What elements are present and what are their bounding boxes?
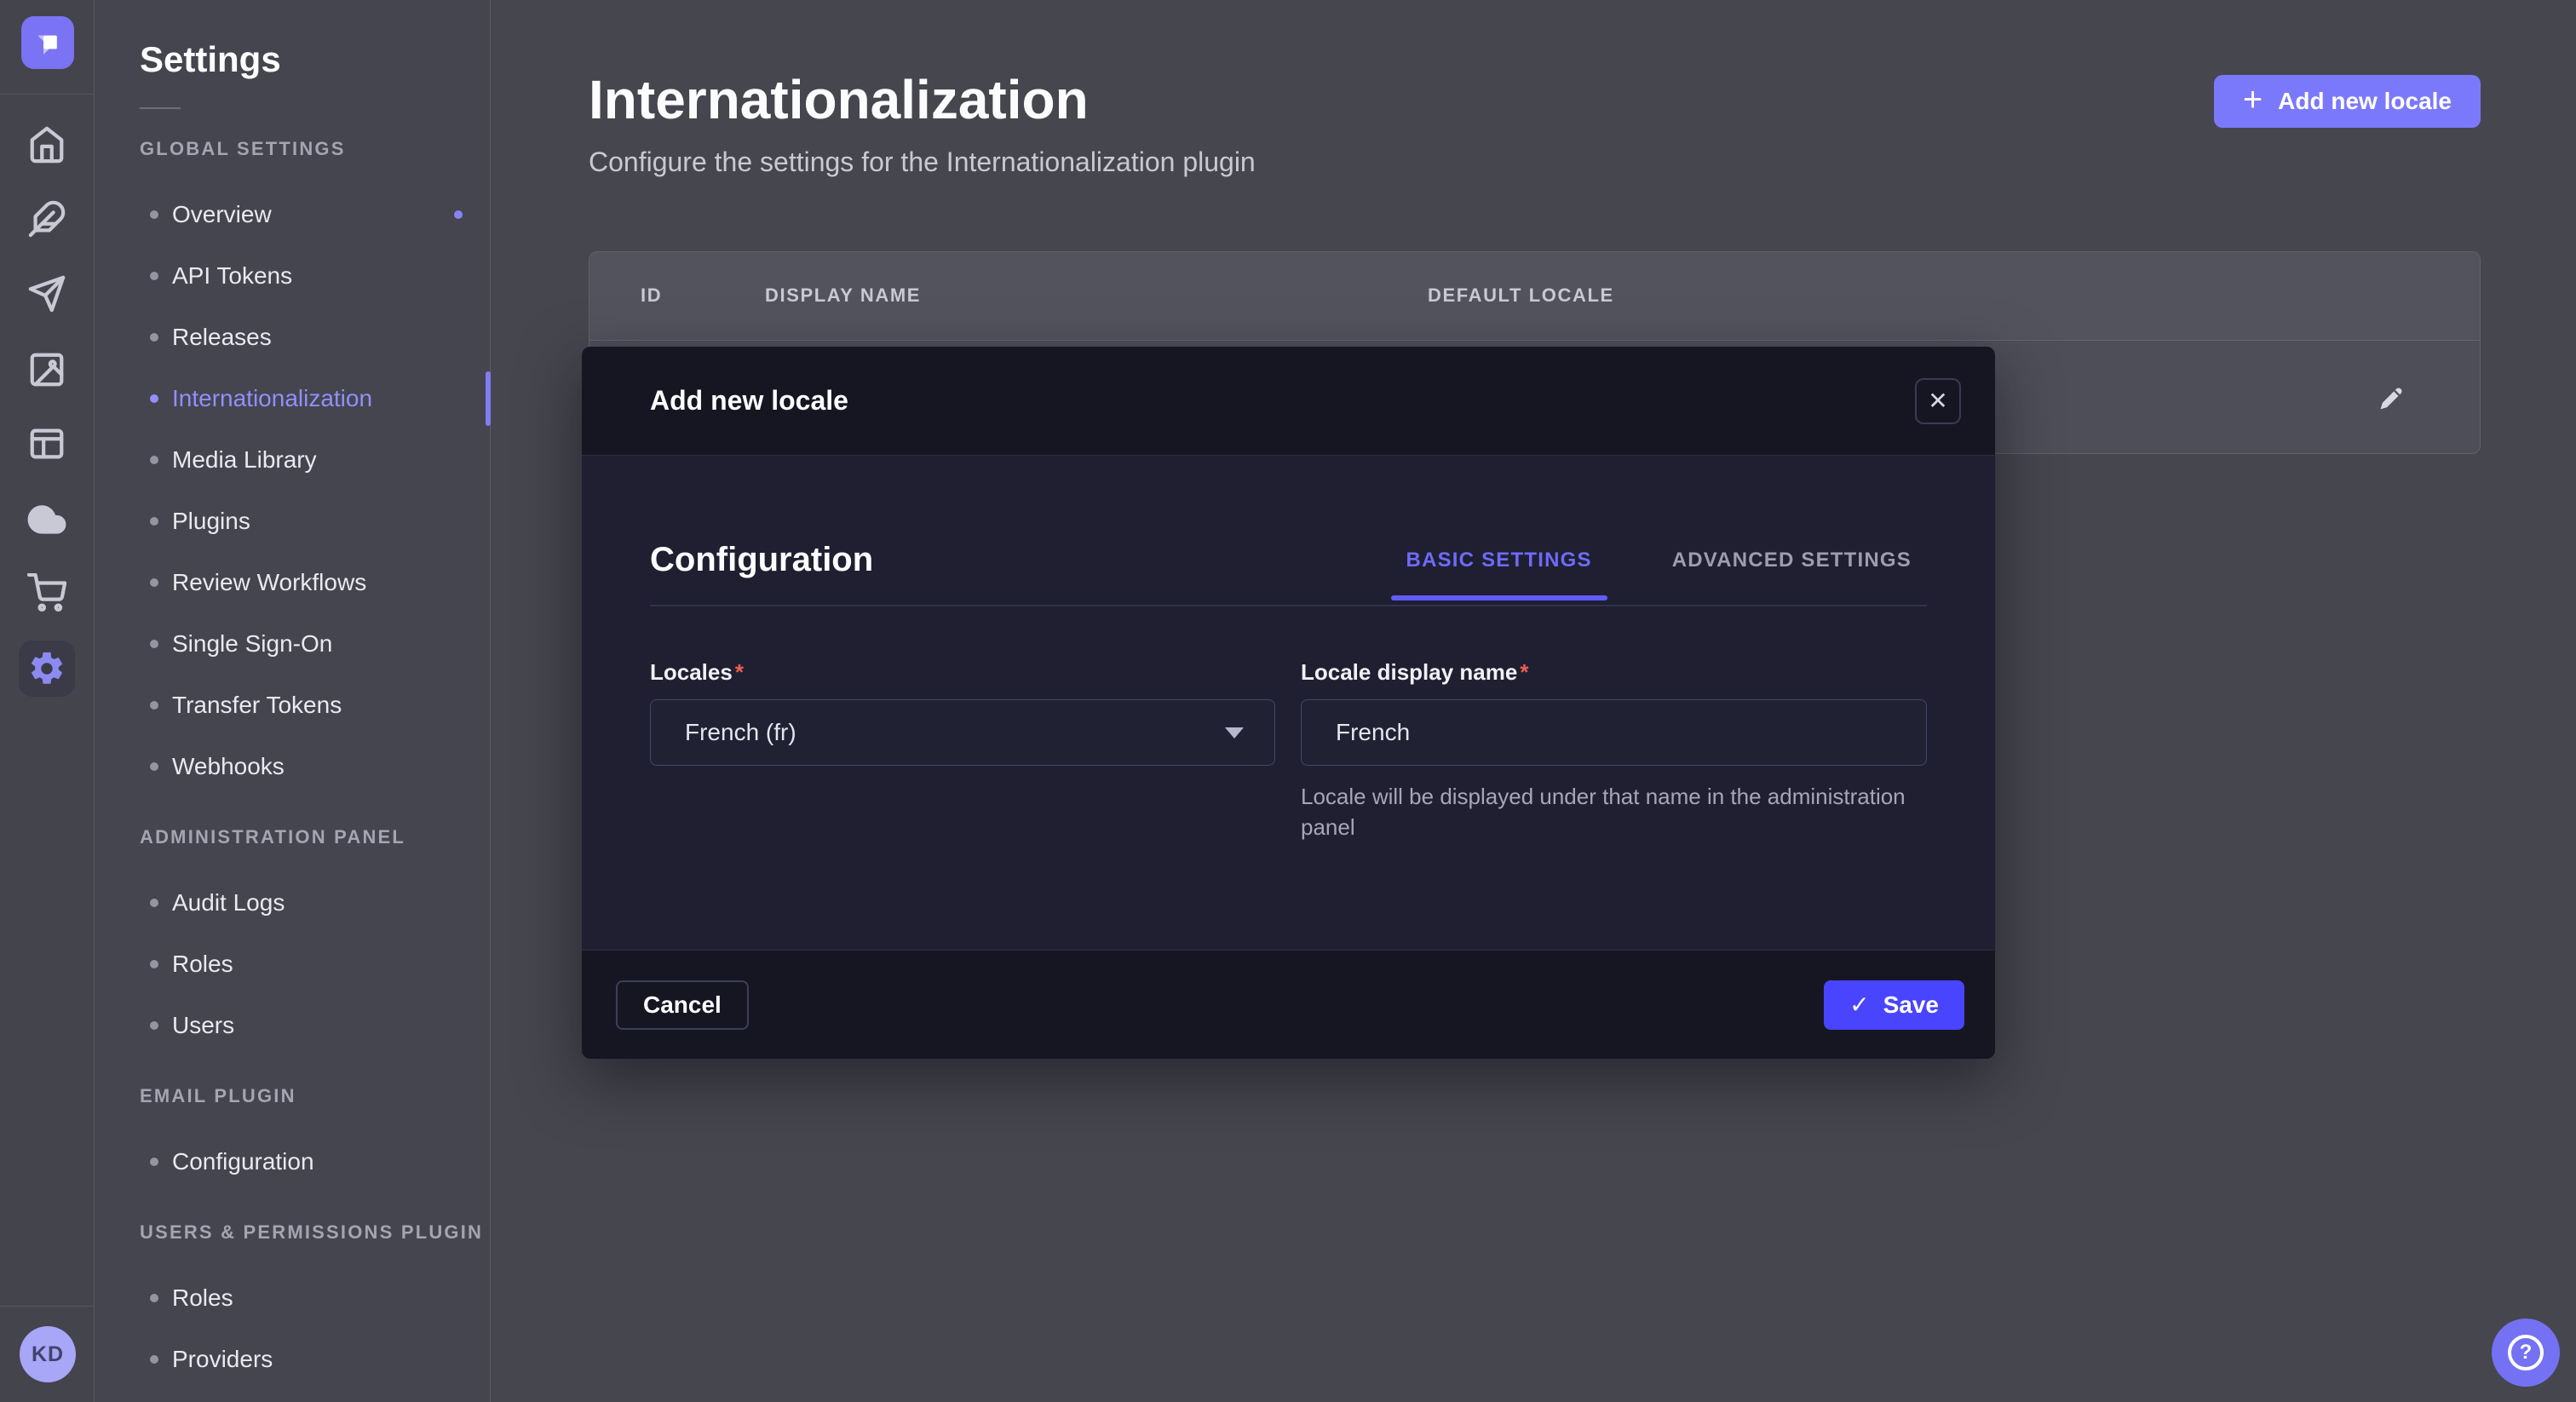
page-title: Internationalization [589, 68, 1089, 131]
user-avatar[interactable]: KD [20, 1326, 76, 1382]
page-subtitle: Configure the settings for the Internati… [589, 147, 1256, 178]
home-icon[interactable] [20, 118, 74, 172]
bullet-icon [150, 394, 158, 403]
strapi-logo-icon [31, 26, 65, 60]
modal-header: Add new locale ✕ [582, 347, 1995, 456]
cancel-button[interactable]: Cancel [616, 980, 749, 1030]
sidebar-item-overview[interactable]: Overview [95, 184, 490, 245]
sidebar-item-users[interactable]: Users [95, 995, 490, 1056]
bullet-icon [150, 578, 158, 587]
section-label-users-permissions-plugin: USERS & PERMISSIONS PLUGIN [140, 1221, 490, 1244]
section-label-email-plugin: EMAIL PLUGIN [140, 1085, 490, 1107]
column-header-id: ID [641, 284, 662, 307]
add-new-locale-button[interactable]: + Add new locale [2214, 75, 2481, 128]
bullet-icon [150, 1158, 158, 1166]
layout-icon[interactable] [20, 417, 74, 471]
sidebar-item-review-workflows[interactable]: Review Workflows [95, 552, 490, 613]
configuration-heading: Configuration [650, 541, 873, 579]
sidebar-item-media-library[interactable]: Media Library [95, 429, 490, 491]
rail-divider-top [0, 94, 94, 95]
bullet-icon [150, 456, 158, 464]
sidebar-item-audit-logs[interactable]: Audit Logs [95, 872, 490, 934]
bullet-icon [150, 762, 158, 771]
bullet-icon [150, 1355, 158, 1364]
sidebar-item-email-configuration[interactable]: Configuration [95, 1131, 490, 1192]
bullet-icon [150, 899, 158, 907]
bullet-icon [150, 640, 158, 648]
bullet-icon [150, 210, 158, 219]
display-name-helper-text: Locale will be displayed under that name… [1301, 781, 1927, 842]
bullet-icon [150, 1021, 158, 1030]
save-button[interactable]: ✓ Save [1824, 980, 1964, 1030]
notification-dot [454, 210, 463, 219]
tabs-divider [650, 605, 1927, 606]
sidebar-item-webhooks[interactable]: Webhooks [95, 736, 490, 797]
sidebar-item-releases[interactable]: Releases [95, 307, 490, 368]
table-header-row: ID DISPLAY NAME DEFAULT LOCALE [589, 252, 2480, 341]
display-name-field-label: Locale display name* [1301, 659, 1927, 686]
column-header-display-name: DISPLAY NAME [765, 284, 921, 307]
bullet-icon [150, 960, 158, 968]
add-locale-modal: Add new locale ✕ Configuration BASIC SET… [582, 347, 1995, 1059]
modal-title: Add new locale [650, 385, 848, 417]
active-item-indicator [486, 371, 491, 426]
close-icon: ✕ [1928, 389, 1947, 413]
section-label-administration-panel: ADMINISTRATION PANEL [140, 826, 490, 848]
close-modal-button[interactable]: ✕ [1915, 378, 1961, 424]
question-mark-icon: ? [2508, 1335, 2544, 1370]
chevron-down-icon [1225, 727, 1244, 738]
required-asterisk: * [735, 659, 744, 685]
bullet-icon [150, 701, 158, 710]
sidebar-item-up-roles[interactable]: Roles [95, 1267, 490, 1329]
sidebar-item-admin-roles[interactable]: Roles [95, 934, 490, 995]
section-label-global-settings: GLOBAL SETTINGS [140, 138, 490, 160]
sidebar-item-plugins[interactable]: Plugins [95, 491, 490, 552]
bullet-icon [150, 517, 158, 526]
tab-advanced-settings[interactable]: ADVANCED SETTINGS [1657, 549, 1927, 572]
sidebar-title: Settings [95, 0, 490, 80]
sidebar-item-transfer-tokens[interactable]: Transfer Tokens [95, 675, 490, 736]
bullet-icon [150, 1294, 158, 1302]
sidebar-item-api-tokens[interactable]: API Tokens [95, 245, 490, 307]
edit-locale-button[interactable] [2372, 380, 2410, 417]
settings-tabs: BASIC SETTINGS ADVANCED SETTINGS [1391, 549, 1927, 572]
media-library-icon[interactable] [20, 342, 74, 397]
pencil-icon [2374, 382, 2408, 416]
locales-select-value: French (fr) [685, 719, 796, 746]
sidebar-item-single-sign-on[interactable]: Single Sign-On [95, 613, 490, 675]
check-icon: ✓ [1849, 991, 1869, 1019]
sidebar-title-divider [140, 107, 181, 109]
strapi-logo[interactable] [21, 16, 74, 69]
sidebar-item-providers[interactable]: Providers [95, 1329, 490, 1390]
feather-icon[interactable] [20, 192, 74, 246]
modal-body: Configuration BASIC SETTINGS ADVANCED SE… [582, 456, 1995, 950]
locales-field-label: Locales* [650, 659, 1275, 686]
paper-plane-icon[interactable] [20, 267, 74, 321]
required-asterisk: * [1520, 659, 1528, 685]
plus-icon: + [2243, 83, 2263, 117]
cloud-icon[interactable] [20, 492, 74, 547]
sidebar-item-internationalization[interactable]: Internationalization [95, 368, 490, 429]
locales-select[interactable]: French (fr) [650, 699, 1275, 766]
locale-display-name-input[interactable] [1301, 699, 1927, 766]
tab-basic-settings[interactable]: BASIC SETTINGS [1391, 549, 1607, 572]
modal-footer: Cancel ✓ Save [582, 950, 1995, 1059]
bullet-icon [150, 333, 158, 342]
help-button[interactable]: ? [2492, 1319, 2560, 1387]
gear-icon[interactable] [19, 641, 75, 697]
rail-divider-bottom [0, 1306, 94, 1307]
cart-icon[interactable] [20, 566, 74, 620]
main-nav-rail: KD [0, 0, 95, 1402]
settings-sidebar: Settings GLOBAL SETTINGS Overview API To… [95, 0, 491, 1402]
column-header-default-locale: DEFAULT LOCALE [1428, 284, 1614, 307]
bullet-icon [150, 272, 158, 280]
